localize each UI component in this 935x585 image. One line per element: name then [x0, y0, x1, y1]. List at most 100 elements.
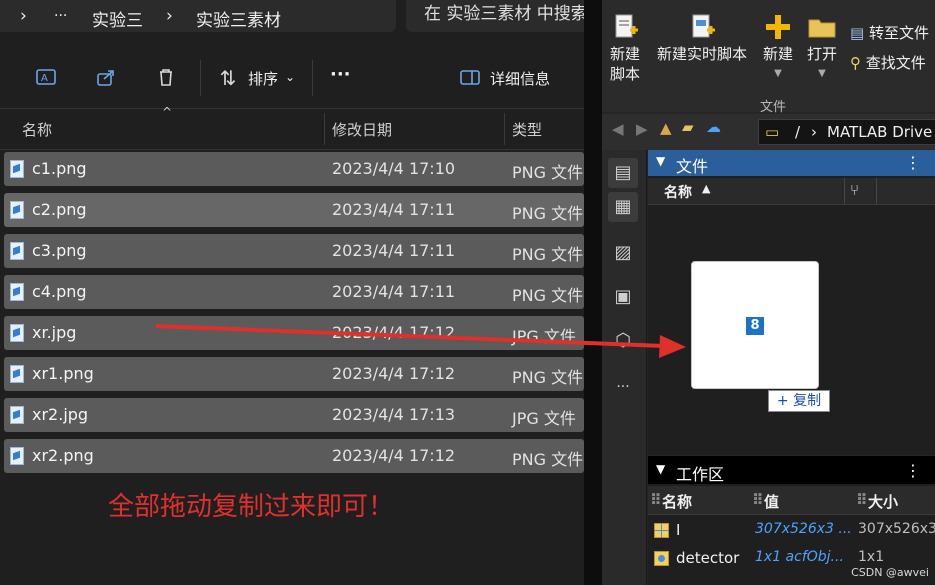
- chevron-down-icon[interactable]: ⌄: [285, 70, 295, 84]
- editor-icon[interactable]: ▨: [608, 238, 638, 268]
- find-file-icon: ⚲: [850, 54, 861, 72]
- path-input[interactable]: ▭ / › MATLAB Drive: [758, 119, 935, 145]
- file-row[interactable]: c1.png 2023/4/4 17:10 PNG 文件: [4, 152, 584, 186]
- ws-value-header[interactable]: 值: [764, 491, 779, 512]
- delete-icon[interactable]: [154, 66, 178, 90]
- git-branch-icon[interactable]: ⑂: [850, 181, 859, 199]
- chevron-right-icon[interactable]: ›: [166, 6, 173, 26]
- browse-folder-icon[interactable]: ▰: [682, 118, 694, 136]
- path-drive[interactable]: MATLAB Drive: [827, 123, 932, 141]
- file-date: 2023/4/4 17:11: [332, 200, 456, 219]
- ws-size-header[interactable]: 大小: [868, 491, 898, 512]
- workspace-header[interactable]: ▼ 工作区 ⋮: [648, 456, 935, 484]
- goto-file-button[interactable]: ▤ 转至文件: [850, 22, 929, 43]
- search-input[interactable]: 在 实验三素材 中搜索: [406, 0, 584, 32]
- path-root[interactable]: /: [795, 123, 800, 141]
- sort-up-icon: ▲: [702, 182, 711, 195]
- file-date: 2023/4/4 17:12: [332, 364, 456, 383]
- chevron-down-icon[interactable]: ▼: [758, 64, 798, 84]
- file-date: 2023/4/4 17:10: [332, 159, 456, 178]
- collapse-triangle-icon[interactable]: ▼: [656, 462, 665, 476]
- column-divider[interactable]: [324, 113, 325, 145]
- copy-tooltip: + 复制: [768, 390, 830, 412]
- file-row[interactable]: c4.png 2023/4/4 17:11 PNG 文件: [4, 275, 584, 309]
- ribbon-group-label: 文件: [760, 100, 787, 115]
- file-type: JPG 文件: [512, 409, 576, 428]
- column-header-date[interactable]: 修改日期: [332, 119, 392, 140]
- file-name: xr2.jpg: [32, 405, 89, 424]
- more-icon[interactable]: ···: [608, 372, 638, 402]
- image-file-icon: [10, 160, 24, 178]
- column-divider[interactable]: [876, 178, 877, 204]
- new-live-script-icon: [692, 14, 715, 38]
- collapse-triangle-icon[interactable]: ▼: [656, 154, 665, 168]
- variable-size: 1x1: [858, 549, 885, 565]
- variable-value: 1x1 acfObj...: [755, 549, 844, 565]
- details-pane-icon[interactable]: [458, 66, 482, 90]
- details-button[interactable]: 详细信息: [490, 68, 550, 89]
- sort-icon[interactable]: ⇅: [216, 66, 240, 90]
- file-type: JPG 文件: [512, 327, 576, 346]
- file-type: PNG 文件: [512, 163, 584, 182]
- file-row[interactable]: xr2.png 2023/4/4 17:12 PNG 文件: [4, 439, 584, 473]
- file-name: c3.png: [32, 241, 87, 260]
- file-row[interactable]: c2.png 2023/4/4 17:11 PNG 文件: [4, 193, 584, 227]
- file-row[interactable]: xr2.jpg 2023/4/4 17:13 JPG 文件: [4, 398, 584, 432]
- panel-menu-icon[interactable]: ⋮: [905, 461, 921, 480]
- breadcrumb-item-materials[interactable]: 实验三素材: [196, 6, 281, 31]
- new-script-button[interactable]: 新建 脚本: [606, 12, 644, 84]
- file-panel-header[interactable]: ▼ 文件 ⋮: [648, 150, 935, 176]
- addons-cube-icon[interactable]: ⬡: [608, 326, 638, 356]
- panel-menu-icon[interactable]: ⋮: [905, 153, 921, 172]
- file-type: PNG 文件: [512, 368, 584, 387]
- chevron-down-icon[interactable]: ▼: [802, 64, 842, 84]
- folder-icon: ▭: [765, 123, 780, 141]
- file-panel-columns: 名称 ▲ ⑂: [648, 178, 935, 205]
- breadcrumb-more[interactable]: ···: [54, 8, 67, 24]
- file-row[interactable]: xr1.png 2023/4/4 17:12 PNG 文件: [4, 357, 584, 391]
- forward-arrow-icon[interactable]: ▶: [636, 120, 648, 138]
- file-name: xr1.png: [32, 364, 94, 383]
- column-divider[interactable]: [844, 178, 845, 204]
- breadcrumb-item-folder-3[interactable]: 实验三: [92, 6, 143, 31]
- current-folder-toolbar: ◀ ▶ ▲ ▰ ☁ ▭ / › MATLAB Drive: [602, 114, 935, 151]
- address-bar: › ··· 实验三 › 实验三素材 在 实验三素材 中搜索: [0, 0, 584, 34]
- open-label: 打开: [806, 45, 837, 63]
- new-live-script-label: 新建实时脚本: [656, 45, 747, 63]
- variable-value: 307x526x3 ...: [755, 521, 851, 537]
- command-history-icon[interactable]: ▣: [608, 282, 638, 312]
- drag-handle-icon[interactable]: ⠿: [752, 491, 764, 509]
- chevron-right-icon[interactable]: ›: [20, 6, 27, 26]
- share-icon[interactable]: [94, 66, 118, 90]
- cloud-folder-icon[interactable]: ☁: [706, 118, 721, 136]
- file-date: 2023/4/4 17:12: [332, 446, 456, 465]
- back-arrow-icon[interactable]: ◀: [612, 120, 624, 138]
- column-divider[interactable]: [504, 113, 505, 145]
- rename-icon[interactable]: A: [34, 66, 58, 90]
- window-gap: [584, 0, 602, 585]
- annotation-text: 全部拖动复制过来即可！: [108, 492, 395, 522]
- column-header-name[interactable]: 名称: [22, 119, 52, 140]
- new-button[interactable]: 新建 ▼: [758, 12, 798, 84]
- drag-handle-icon[interactable]: ⠿: [650, 491, 662, 509]
- files-panel-icon[interactable]: ▤: [608, 158, 638, 188]
- up-folder-icon[interactable]: ▲: [660, 119, 672, 137]
- sort-button[interactable]: 排序: [248, 68, 278, 89]
- ws-name-header[interactable]: 名称: [662, 491, 692, 512]
- workspace-row[interactable]: I 307x526x3 ... 307x526x3: [648, 518, 935, 544]
- current-folder-panel: ▼ 文件 ⋮ 名称 ▲ ⑂ 8 + 复制: [648, 150, 935, 455]
- drag-handle-icon[interactable]: ⠿: [856, 491, 868, 509]
- find-file-button[interactable]: ⚲ 查找文件: [850, 52, 926, 73]
- workspace-grid-icon[interactable]: ▦: [608, 192, 638, 222]
- file-row[interactable]: c3.png 2023/4/4 17:11 PNG 文件: [4, 234, 584, 268]
- new-live-script-button[interactable]: 新建实时脚本: [654, 12, 750, 64]
- file-row[interactable]: xr.jpg 2023/4/4 17:12 JPG 文件: [4, 316, 584, 350]
- file-name: c1.png: [32, 159, 87, 178]
- breadcrumb[interactable]: › ··· 实验三 › 实验三素材: [0, 0, 396, 32]
- column-header-type[interactable]: 类型: [512, 119, 542, 140]
- open-button[interactable]: 打开 ▼: [802, 12, 842, 84]
- more-options-button[interactable]: ···: [330, 64, 351, 85]
- drag-preview: 8: [691, 261, 819, 389]
- svg-text:A: A: [41, 73, 48, 84]
- name-column-header[interactable]: 名称: [664, 182, 692, 202]
